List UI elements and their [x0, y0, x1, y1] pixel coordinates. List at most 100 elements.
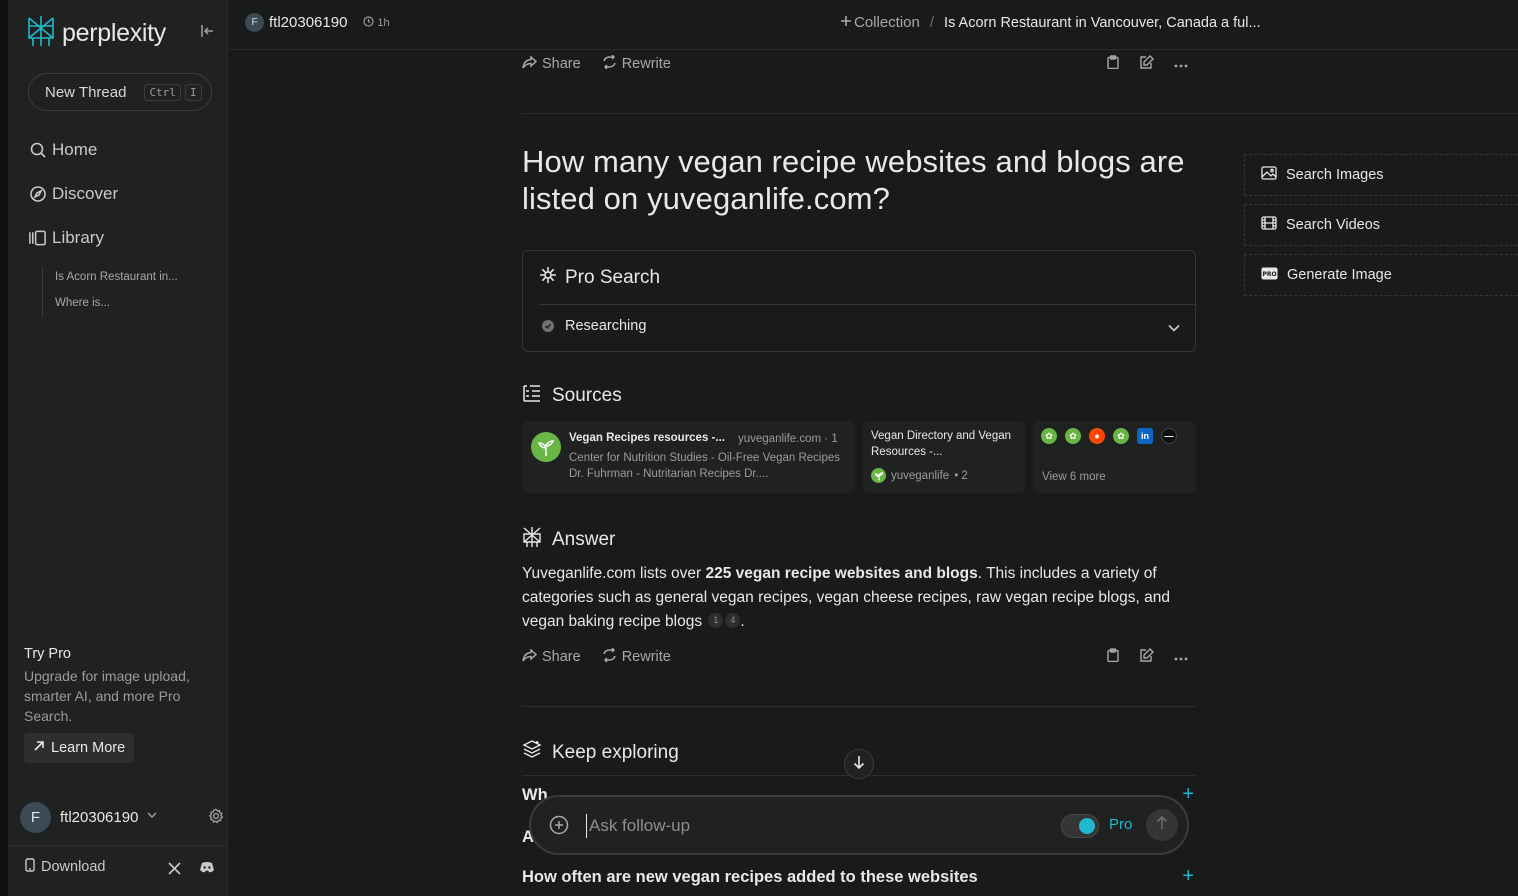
- nav-library[interactable]: Library: [28, 224, 104, 252]
- sources-header: Sources: [522, 384, 622, 408]
- library-thread-item[interactable]: Where is...: [43, 292, 202, 318]
- collapse-sidebar-icon[interactable]: [198, 22, 216, 40]
- attach-icon[interactable]: [549, 815, 569, 840]
- share-icon: [522, 647, 538, 666]
- search-images-button[interactable]: Search Images: [1244, 154, 1518, 196]
- rewrite-button[interactable]: Share Rewrite: [602, 54, 671, 73]
- nav-home[interactable]: Home: [28, 136, 97, 164]
- arrow-down-icon: [853, 755, 865, 774]
- gear-icon[interactable]: [208, 808, 224, 829]
- new-thread-button[interactable]: New Thread Ctrl I: [28, 73, 212, 111]
- source-card[interactable]: Vegan Directory and Vegan Resources -...…: [863, 421, 1025, 493]
- answer-body: Yuveganlife.com lists over 225 vegan rec…: [522, 562, 1212, 634]
- leaf-favicon-icon: ✿: [1065, 428, 1081, 444]
- share-button[interactable]: Share: [522, 54, 581, 73]
- thread-author-name: ftl20306190: [269, 14, 348, 31]
- list-icon: [522, 384, 542, 408]
- pro-search-header: Pro Search: [539, 266, 660, 290]
- leaf-favicon-icon: [871, 468, 886, 483]
- more-options-icon[interactable]: [1174, 648, 1188, 667]
- rewrite-icon: [602, 54, 617, 73]
- library-thread-list: Is Acorn Restaurant in... Where is...: [42, 266, 202, 318]
- library-thread-item[interactable]: Is Acorn Restaurant in...: [43, 266, 202, 292]
- check-circle-icon: [542, 320, 554, 332]
- search-videos-button[interactable]: Search Videos: [1244, 204, 1518, 246]
- answer-text-highlight: 225 vegan recipe websites and blogs: [705, 565, 978, 582]
- related-question[interactable]: How often are new vegan recipes added to…: [522, 868, 1196, 890]
- nav-discover-label: Discover: [52, 184, 119, 203]
- shortcut-key-ctrl: Ctrl: [144, 83, 181, 101]
- answer-actions: Share Rewrite: [522, 646, 1196, 668]
- edit-icon[interactable]: [1139, 648, 1154, 667]
- linkedin-icon: in: [1137, 428, 1153, 444]
- learn-more-button[interactable]: Learn More: [24, 733, 135, 763]
- try-pro-description: Upgrade for image upload, smarter AI, an…: [24, 668, 190, 724]
- pro-search-card: Pro Search Researching: [522, 250, 1196, 352]
- plus-icon[interactable]: +: [1182, 868, 1194, 888]
- share-button[interactable]: Share: [522, 647, 581, 666]
- clock-icon: [363, 15, 375, 30]
- share-label: Share: [542, 56, 581, 72]
- shortcut-key-i: I: [184, 83, 202, 101]
- more-sources-card[interactable]: ✿ ✿ ● ✿ in — View 6 more: [1033, 421, 1196, 493]
- keep-exploring-header: Keep exploring: [522, 740, 679, 766]
- source-card[interactable]: Vegan Recipes resources -... yuveganlife…: [522, 421, 855, 493]
- more-options-icon[interactable]: [1174, 55, 1188, 74]
- perplexity-logo-icon: [26, 15, 56, 52]
- account-menu[interactable]: F ftl20306190: [20, 800, 224, 834]
- account-username: ftl20306190: [60, 808, 139, 826]
- source-meta: yuveganlife • 2: [871, 468, 968, 483]
- top-bar: F ftl20306190 1h Collection / Is Acorn R…: [229, 0, 1518, 50]
- download-button[interactable]: Download: [24, 858, 106, 876]
- breadcrumb-separator: /: [929, 14, 935, 31]
- question-title: How many vegan recipe websites and blogs…: [522, 144, 1185, 216]
- nav-discover[interactable]: Discover: [28, 180, 118, 208]
- previous-answer-actions: Share Share Rewrite: [522, 53, 1196, 75]
- generate-image-button[interactable]: PRO Generate Image: [1244, 254, 1518, 296]
- sidebar: perplexity New Thread Ctrl I Home Discov…: [8, 0, 228, 896]
- source-index: • 2: [954, 469, 968, 482]
- follow-up-input[interactable]: [586, 814, 1026, 838]
- app-root: perplexity New Thread Ctrl I Home Discov…: [0, 0, 1518, 896]
- clipboard-icon[interactable]: [1107, 648, 1119, 667]
- citation-badge[interactable]: 4: [725, 612, 741, 628]
- citation-badge[interactable]: 1: [708, 612, 724, 628]
- answer-text-end: .: [740, 613, 745, 630]
- chevron-down-icon[interactable]: [1167, 321, 1181, 340]
- x-twitter-icon[interactable]: [168, 862, 181, 880]
- section-divider: [522, 706, 1196, 707]
- sidebar-divider: [8, 845, 228, 846]
- logo[interactable]: perplexity: [26, 15, 166, 52]
- answer-title: Answer: [552, 529, 616, 550]
- collection-label: Collection: [854, 14, 920, 31]
- answer-tools: [1107, 648, 1188, 667]
- pro-search-title: Pro Search: [565, 267, 661, 288]
- source-domain: yuveganlife: [891, 469, 950, 482]
- pro-toggle[interactable]: [1061, 814, 1099, 838]
- edit-icon[interactable]: [1139, 55, 1154, 74]
- research-step: Researching: [542, 318, 646, 334]
- plus-icon[interactable]: +: [1182, 786, 1194, 806]
- search-icon: [28, 141, 47, 160]
- follow-up-bar: Pro: [529, 795, 1189, 855]
- submit-button[interactable]: [1146, 809, 1178, 841]
- phone-icon: [24, 858, 36, 876]
- leaf-favicon-icon: ✿: [1041, 428, 1057, 444]
- source-domain: yuveganlife.com · 1: [738, 433, 838, 445]
- clipboard-icon[interactable]: [1107, 55, 1119, 74]
- answer-header: Answer: [522, 526, 615, 554]
- search-images-label: Search Images: [1286, 167, 1384, 183]
- film-icon: [1261, 216, 1277, 234]
- leaf-favicon-icon: ✿: [1113, 428, 1129, 444]
- discord-icon[interactable]: [199, 861, 215, 879]
- generate-image-label: Generate Image: [1287, 267, 1392, 283]
- plus-icon: [840, 14, 852, 31]
- perplexity-answer-icon: [522, 526, 542, 554]
- breadcrumb: Collection / Is Acorn Restaurant in Vanc…: [840, 14, 1261, 31]
- scroll-to-bottom-button[interactable]: [844, 749, 874, 779]
- add-to-collection-button[interactable]: Collection: [840, 14, 920, 31]
- thread-title[interactable]: Is Acorn Restaurant in Vancouver, Canada…: [944, 15, 1261, 31]
- rewrite-button[interactable]: Rewrite: [602, 647, 671, 666]
- share-icon: [522, 54, 538, 73]
- svg-text:PRO: PRO: [1262, 271, 1276, 278]
